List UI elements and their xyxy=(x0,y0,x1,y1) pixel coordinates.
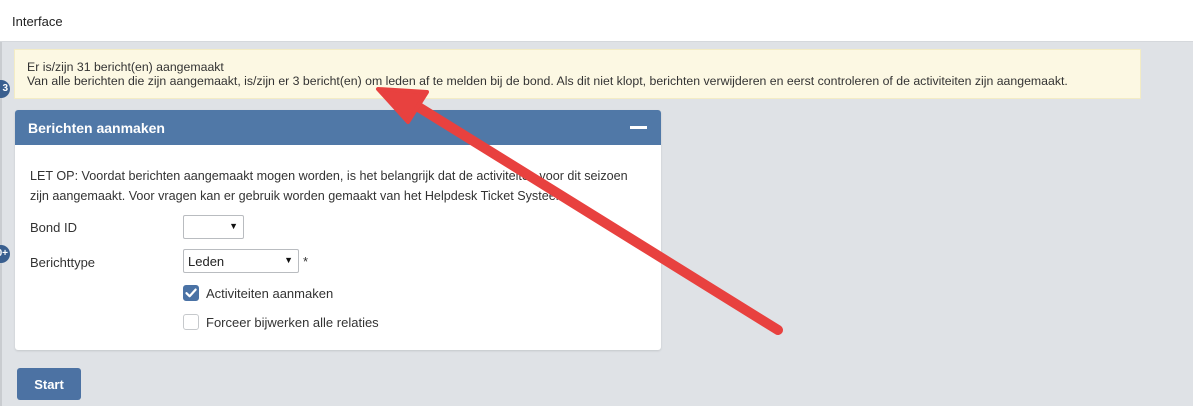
caret-down-icon: ▼ xyxy=(284,255,293,265)
berichttype-label: Berichttype xyxy=(30,255,96,270)
page-title: Interface xyxy=(12,14,63,29)
alert-message: Er is/zijn 31 bericht(en) aangemaakt Van… xyxy=(14,49,1141,99)
berichttype-value: Leden xyxy=(188,254,225,269)
berichttype-select[interactable]: Leden ▼ xyxy=(183,249,299,273)
activiteiten-aanmaken-label: Activiteiten aanmaken xyxy=(206,286,334,301)
forceer-bijwerken-checkbox[interactable] xyxy=(183,314,199,330)
required-mark: * xyxy=(303,254,309,269)
caret-down-icon: ▼ xyxy=(229,221,238,231)
top-bar: Interface xyxy=(0,0,1193,42)
side-count-badge[interactable]: 3 xyxy=(0,80,10,98)
checkmark-icon xyxy=(185,288,197,298)
alert-line-count: Er is/zijn 31 bericht(en) aangemaakt xyxy=(27,60,224,74)
panel-header: Berichten aanmaken xyxy=(15,110,661,145)
panel-title: Berichten aanmaken xyxy=(28,120,165,136)
activiteiten-aanmaken-checkbox[interactable] xyxy=(183,285,199,301)
berichten-aanmaken-panel: Berichten aanmaken LET OP: Voordat beric… xyxy=(15,110,661,350)
start-button[interactable]: Start xyxy=(17,368,81,400)
panel-intro-text: LET OP: Voordat berichten aangemaakt mog… xyxy=(30,169,628,203)
alert-line-detail: Van alle berichten die zijn aangemaakt, … xyxy=(27,74,1068,88)
bond-id-label: Bond ID xyxy=(30,220,77,235)
side-count-badge-secondary[interactable]: 0+ xyxy=(0,245,10,263)
minus-icon[interactable] xyxy=(630,126,647,129)
forceer-bijwerken-label: Forceer bijwerken alle relaties xyxy=(206,315,379,330)
bond-id-select[interactable]: ▼ xyxy=(183,215,244,239)
